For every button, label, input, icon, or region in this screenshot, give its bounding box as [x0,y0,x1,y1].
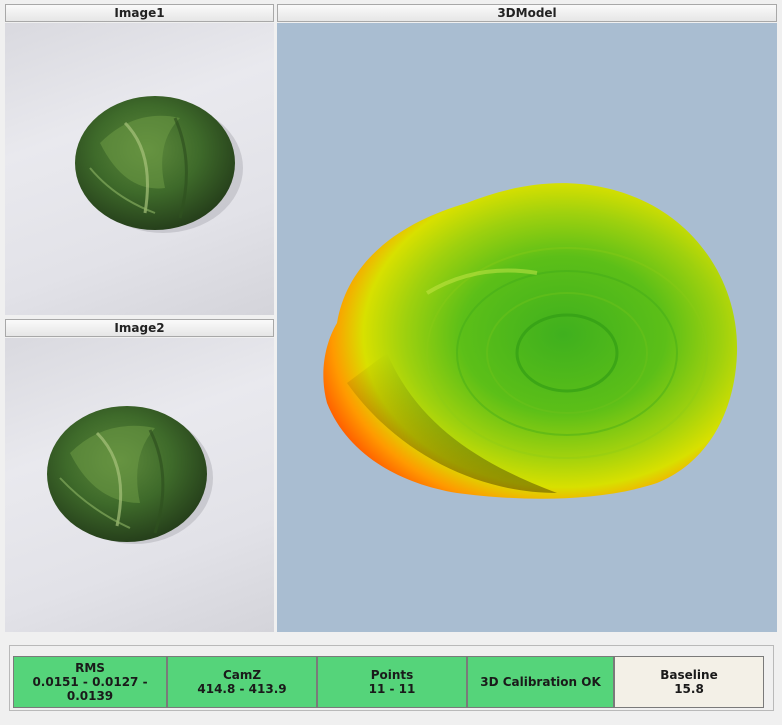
baseline-label: Baseline [660,668,718,682]
image2-view[interactable] [5,338,274,632]
status-bar: RMS 0.0151 - 0.0127 - 0.0139 CamZ 414.8 … [9,645,774,711]
camz-value: 414.8 - 413.9 [197,682,287,696]
rms-label: RMS [75,661,105,675]
height-map-mesh [323,183,738,499]
image2-title: Image2 [5,319,274,337]
camz-cell: CamZ 414.8 - 413.9 [167,656,317,708]
baseline-cell: Baseline 15.8 [614,656,764,708]
calibration-cell: 3D Calibration OK [467,656,614,708]
model-view[interactable] [277,23,777,632]
model-title: 3DModel [277,4,777,22]
rms-value: 0.0151 - 0.0127 - 0.0139 [32,675,148,703]
sprout-photo-1 [75,96,243,233]
sprout-photo-2 [47,406,213,544]
image1-view[interactable] [5,23,274,315]
points-cell: Points 11 - 11 [317,656,467,708]
points-label: Points [370,668,414,682]
calibration-status: 3D Calibration OK [480,675,601,689]
image1-title: Image1 [5,4,274,22]
rms-cell: RMS 0.0151 - 0.0127 - 0.0139 [13,656,167,708]
baseline-value: 15.8 [674,682,704,696]
camz-label: CamZ [222,668,262,682]
points-value: 11 - 11 [368,682,416,696]
